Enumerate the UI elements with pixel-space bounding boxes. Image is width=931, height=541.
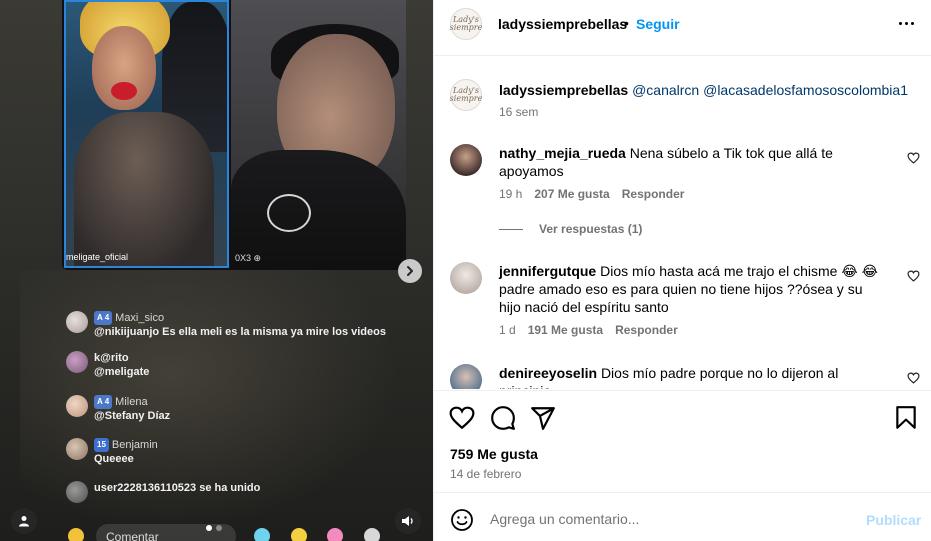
instagram-post-view: meligate_oficial 0X3 ⊕ A 4 Maxi_sico @nik… xyxy=(0,0,931,541)
live-cam-left: meligate_oficial xyxy=(64,0,229,268)
carousel-dot-active xyxy=(206,525,212,531)
person-body xyxy=(74,112,214,266)
chat-user: Benjamin xyxy=(111,439,158,451)
heart-icon[interactable] xyxy=(449,405,475,431)
emoji-icon[interactable] xyxy=(450,508,474,532)
chat-message: user2228136110523 se ha unido xyxy=(66,481,260,503)
speaker-icon xyxy=(402,516,413,526)
chat-message: k@rito @meligate xyxy=(66,351,149,379)
avatar xyxy=(66,481,88,503)
comment-username[interactable]: denireeyoselin xyxy=(499,365,597,381)
tagged-users-button[interactable] xyxy=(11,508,37,534)
post-actions: 759 Me gusta 14 de febrero xyxy=(434,390,931,493)
chat-message: A 4 Maxi_sico @nikiijuanjo Es ella meli e… xyxy=(66,311,386,339)
comment-meta: 1 d 191 Me gusta Responder xyxy=(499,323,678,337)
reply-button[interactable]: Responder xyxy=(622,187,685,201)
chevron-right-icon xyxy=(407,266,413,276)
likes-count[interactable]: 759 Me gusta xyxy=(450,446,538,462)
level-badge: 15 xyxy=(94,438,109,452)
avatar xyxy=(66,395,88,417)
chat-text: user2228136110523 se ha unido xyxy=(94,482,261,494)
person-lips xyxy=(111,82,137,100)
separator-dot: • xyxy=(624,15,629,31)
person-shirt xyxy=(231,150,406,268)
view-replies-button[interactable]: Ver respuestas (1) xyxy=(499,222,642,236)
more-icon-dot xyxy=(910,21,914,25)
carousel-dot xyxy=(216,525,222,531)
caption-avatar[interactable]: Lady's siempre xyxy=(450,79,482,111)
chat-message: A 4 Milena @Stefany Díaz xyxy=(66,395,170,423)
more-options-button[interactable] xyxy=(896,13,916,33)
audio-toggle-button[interactable] xyxy=(395,508,421,534)
heart-icon[interactable] xyxy=(907,372,920,384)
mention-link[interactable]: @canalrcn xyxy=(632,82,699,98)
comment-time[interactable]: 19 h xyxy=(499,187,522,201)
shirt-logo xyxy=(267,194,311,232)
chat-message: 15 Benjamin Queeee xyxy=(66,438,158,466)
gift-icon xyxy=(68,528,84,541)
chat-text: @meligate xyxy=(94,366,150,378)
post-side-panel: Lady's siempre ladyssiemprebellas • Segui… xyxy=(433,0,931,541)
follow-button[interactable]: Seguir xyxy=(636,16,680,32)
heart-icon[interactable] xyxy=(907,270,920,282)
view-replies-label: Ver respuestas (1) xyxy=(539,222,643,236)
replies-line xyxy=(499,228,523,230)
level-badge: A 4 xyxy=(94,311,113,325)
heart-icon[interactable] xyxy=(907,152,920,164)
profile-avatar[interactable]: Lady's siempre xyxy=(450,8,482,40)
gift-icon xyxy=(327,528,343,541)
avatar[interactable] xyxy=(450,262,482,294)
next-media-button[interactable] xyxy=(398,259,422,283)
comment-username[interactable]: nathy_mejia_rueda xyxy=(499,145,626,161)
mention-link[interactable]: @lacasadelosfamososcolombia1 xyxy=(703,82,908,98)
chat-text: @Stefany Díaz xyxy=(94,410,171,422)
chat-user: Maxi_sico xyxy=(115,312,165,324)
more-icon-dot xyxy=(904,21,908,25)
level-badge: A 4 xyxy=(94,395,113,409)
chat-user: Milena xyxy=(115,396,148,408)
comment-icon[interactable] xyxy=(490,405,516,431)
user-icon xyxy=(19,516,29,527)
avatar[interactable] xyxy=(450,144,482,176)
send-icon[interactable] xyxy=(530,405,556,431)
avatar xyxy=(66,311,88,333)
post-comment-button[interactable]: Publicar xyxy=(866,512,921,528)
avatar xyxy=(66,438,88,460)
comment-username[interactable]: jennifergutque xyxy=(499,263,596,279)
avatar[interactable] xyxy=(450,364,482,389)
cam-right-tag: 0X3 ⊕ xyxy=(235,253,262,263)
add-comment-bar: Publicar xyxy=(434,494,931,541)
carousel-dots xyxy=(206,525,222,531)
comment-input[interactable] xyxy=(490,509,850,529)
gift-icon xyxy=(291,528,307,541)
gift-icon xyxy=(254,528,270,541)
chat-text: @nikiijuanjo Es ella meli es la misma ya… xyxy=(94,326,386,338)
avatar xyxy=(66,351,88,373)
comment-meta: 19 h 207 Me gusta Responder xyxy=(499,187,684,201)
comment-likes[interactable]: 191 Me gusta xyxy=(528,323,603,337)
share-icon xyxy=(364,528,380,541)
comments-scroll[interactable]: Lady's siempre ladyssiemprebellas @canalr… xyxy=(434,57,931,389)
chat-user: k@rito xyxy=(94,352,129,364)
cam-left-tag: meligate_oficial xyxy=(66,252,129,262)
more-icon xyxy=(898,21,902,25)
post-header: Lady's siempre ladyssiemprebellas • Segui… xyxy=(434,0,931,56)
reply-button[interactable]: Responder xyxy=(615,323,678,337)
header-username[interactable]: ladyssiemprebellas xyxy=(498,16,627,32)
post-date[interactable]: 14 de febrero xyxy=(450,467,521,481)
bookmark-icon[interactable] xyxy=(893,405,919,431)
comment-likes[interactable]: 207 Me gusta xyxy=(534,187,609,201)
caption-username[interactable]: ladyssiemprebellas xyxy=(499,82,628,98)
post-media[interactable]: meligate_oficial 0X3 ⊕ A 4 Maxi_sico @nik… xyxy=(0,0,433,541)
caption-time[interactable]: 16 sem xyxy=(499,105,538,119)
live-cam-right: 0X3 ⊕ xyxy=(231,0,406,268)
chat-text: Queeee xyxy=(94,453,134,465)
comment-time[interactable]: 1 d xyxy=(499,323,516,337)
